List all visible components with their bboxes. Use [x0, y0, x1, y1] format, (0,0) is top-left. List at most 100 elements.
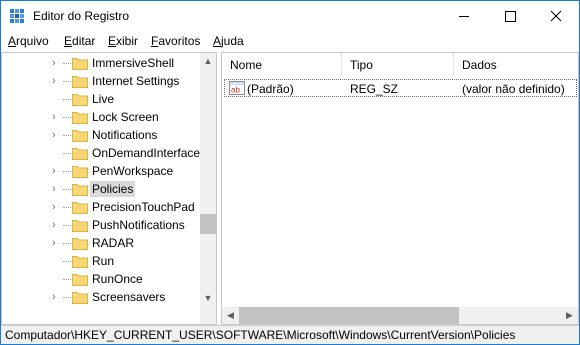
tree-item-label: Live — [92, 92, 115, 106]
tree-item[interactable]: RunOnce — [2, 270, 200, 288]
tree-connector — [63, 261, 71, 262]
column-header-tipo[interactable]: Tipo — [342, 53, 454, 77]
tree-item-label: Lock Screen — [92, 110, 159, 124]
tree-item-label: ImmersiveShell — [92, 56, 175, 70]
close-button[interactable] — [533, 1, 579, 32]
tree-item[interactable]: › RADAR — [2, 234, 200, 252]
tree-connector — [63, 171, 71, 172]
chevron-right-icon[interactable]: › — [52, 201, 60, 213]
folder-icon — [72, 92, 88, 106]
folder-icon — [72, 182, 88, 196]
folder-icon — [72, 200, 88, 214]
folder-icon — [72, 146, 88, 160]
tree-item-label: Screensavers — [92, 290, 166, 304]
column-header-dados[interactable]: Dados — [454, 53, 578, 77]
tree-connector — [63, 99, 71, 100]
svg-text:ab: ab — [231, 86, 240, 95]
folder-icon — [72, 218, 88, 232]
chevron-right-icon[interactable]: › — [52, 129, 60, 141]
tree-item[interactable]: Live — [2, 90, 200, 108]
tree-connector — [63, 225, 71, 226]
tree-item[interactable]: › Screensavers — [2, 288, 200, 306]
tree-scroll-thumb[interactable] — [200, 214, 216, 234]
chevron-right-icon[interactable]: › — [52, 219, 60, 231]
registry-editor-window: Editor do Registro Arquivo Editar Exibir… — [0, 0, 580, 345]
menu-exibir[interactable]: Exibir — [108, 34, 138, 48]
folder-icon — [72, 128, 88, 142]
tree-connector — [63, 135, 71, 136]
string-value-icon: ab — [229, 81, 245, 95]
scroll-down-icon[interactable]: ▼ — [200, 290, 216, 306]
value-data: (valor não definido) — [462, 82, 565, 96]
tree-item[interactable]: › PushNotifications — [2, 216, 200, 234]
list-scroll-thumb[interactable] — [239, 307, 459, 324]
folder-icon — [72, 290, 88, 304]
menu-favoritos[interactable]: Favoritos — [151, 34, 200, 48]
window-title: Editor do Registro — [33, 9, 130, 23]
tree-item[interactable]: Run — [2, 252, 200, 270]
registry-key-tree[interactable]: › ImmersiveShell › Internet Settings Live › Lo… — [1, 52, 217, 325]
folder-icon — [72, 236, 88, 250]
folder-icon — [72, 56, 88, 70]
column-header-nome[interactable]: Nome — [222, 53, 342, 77]
tree-item[interactable]: › PenWorkspace — [2, 162, 200, 180]
maximize-button[interactable] — [487, 1, 533, 32]
title-bar[interactable]: Editor do Registro — [1, 1, 579, 32]
menu-bar: Arquivo Editar Exibir Favoritos Ajuda — [1, 32, 579, 52]
status-bar: Computador\HKEY_CURRENT_USER\SOFTWARE\Mi… — [1, 325, 579, 344]
tree-vertical-scrollbar[interactable]: ▲ ▼ — [200, 53, 216, 324]
tree-connector — [63, 243, 71, 244]
tree-connector — [63, 189, 71, 190]
close-icon — [550, 10, 562, 22]
value-type: REG_SZ — [350, 82, 399, 96]
tree-connector — [63, 153, 71, 154]
folder-icon — [72, 110, 88, 124]
scroll-right-icon[interactable]: ▶ — [561, 307, 578, 324]
tree-item[interactable]: › Notifications — [2, 126, 200, 144]
tree-item[interactable]: › Policies — [2, 180, 200, 198]
scroll-up-icon[interactable]: ▲ — [200, 53, 216, 69]
scroll-left-icon[interactable]: ◀ — [222, 307, 239, 324]
tree-item-label: PenWorkspace — [92, 164, 174, 178]
tree-item-label: Policies — [90, 181, 136, 197]
tree-item-label: PrecisionTouchPad — [92, 200, 195, 214]
tree-item[interactable]: › Internet Settings — [2, 72, 200, 90]
chevron-right-icon[interactable]: › — [52, 57, 60, 69]
tree-connector — [63, 117, 71, 118]
tree-item-label: Internet Settings — [92, 74, 180, 88]
chevron-right-icon[interactable]: › — [52, 165, 60, 177]
tree-item-label: OnDemandInterface — [92, 146, 201, 160]
chevron-right-icon[interactable]: › — [52, 75, 60, 87]
minimize-icon — [459, 16, 469, 17]
tree-item-label: RADAR — [92, 236, 135, 250]
tree-item-label: Run — [92, 254, 115, 268]
chevron-right-icon[interactable]: › — [52, 237, 60, 249]
tree-connector — [63, 81, 71, 82]
chevron-right-icon[interactable]: › — [52, 291, 60, 303]
current-key-path: Computador\HKEY_CURRENT_USER\SOFTWARE\Mi… — [5, 328, 516, 342]
tree-item-label: RunOnce — [92, 272, 143, 286]
folder-icon — [72, 272, 88, 286]
tree-connector — [63, 297, 71, 298]
table-row[interactable]: ab (Padrão) REG_SZ (valor não definido) — [224, 79, 577, 97]
tree-connector — [63, 63, 71, 64]
chevron-right-icon[interactable]: › — [52, 183, 60, 195]
registry-app-icon — [10, 9, 24, 23]
tree-item[interactable]: › Lock Screen — [2, 108, 200, 126]
minimize-button[interactable] — [441, 1, 487, 32]
chevron-right-icon[interactable]: › — [52, 111, 60, 123]
tree-item-label: PushNotifications — [92, 218, 185, 232]
list-horizontal-scrollbar[interactable]: ◀ ▶ — [222, 307, 578, 324]
menu-editar[interactable]: Editar — [64, 34, 95, 48]
registry-values-list[interactable]: Nome Tipo Dados ab (Padrão) REG_SZ (valo… — [221, 52, 579, 325]
maximize-icon — [505, 11, 516, 22]
tree-item-label: Notifications — [92, 128, 158, 142]
tree-item[interactable]: OnDemandInterface — [2, 144, 200, 162]
menu-ajuda[interactable]: Ajuda — [213, 34, 244, 48]
tree-item[interactable]: › ImmersiveShell — [2, 54, 200, 72]
folder-icon — [72, 254, 88, 268]
tree-item[interactable]: › PrecisionTouchPad — [2, 198, 200, 216]
menu-arquivo[interactable]: Arquivo — [8, 34, 49, 48]
folder-icon — [72, 164, 88, 178]
tree-connector — [63, 207, 71, 208]
